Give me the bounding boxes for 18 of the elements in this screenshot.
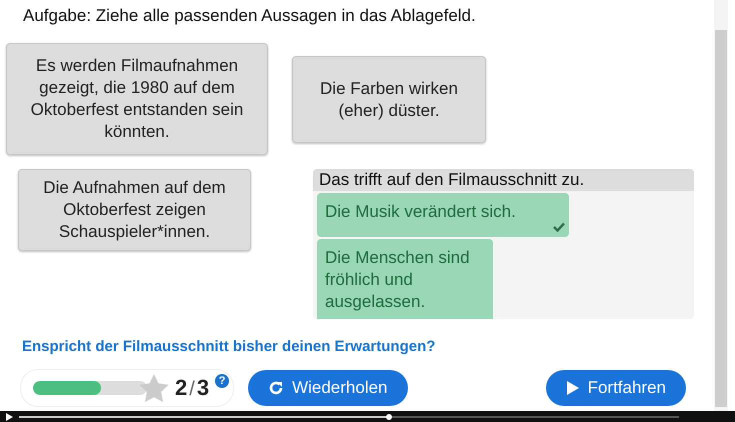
dropped-card[interactable]: Die Menschen sind fröhlich und ausgelassen.: [317, 239, 493, 319]
refresh-icon: [268, 380, 284, 396]
draggable-card[interactable]: Die Aufnahmen auf dem Oktoberfest zeigen Schauspieler*innen.: [18, 169, 251, 251]
drop-zone-label: Das trifft auf den Filmausschnitt zu.: [313, 169, 694, 191]
play-icon[interactable]: [6, 412, 13, 420]
task-instruction: Aufgabe: Ziehe alle passenden Aussagen in das Ablagefeld.: [22, 6, 477, 27]
question-text: Enspricht der Filmausschnitt bisher deinen Erwartungen?: [21, 337, 436, 357]
continue-button[interactable]: Fortfahren: [546, 370, 686, 406]
scrollbar[interactable]: [714, 0, 728, 411]
drop-zone[interactable]: Das trifft auf den Filmausschnitt zu. Die Musik verändert sich. Die Menschen sind fröhlich und ausgelassen.: [313, 169, 694, 319]
score-text: 2/3: [175, 375, 210, 401]
draggable-card[interactable]: Es werden Filmaufnahmen gezeigt, die 1980 auf dem Oktoberfest entstanden sein könnten.: [6, 43, 268, 155]
play-icon: [566, 380, 580, 396]
draggable-card[interactable]: Die Farben wirken (eher) düster.: [292, 56, 486, 143]
retry-button[interactable]: Wiederholen: [248, 370, 408, 406]
dropped-card[interactable]: Die Musik verändert sich.: [317, 193, 569, 237]
help-icon[interactable]: ?: [215, 374, 230, 388]
star-icon: [139, 374, 169, 402]
